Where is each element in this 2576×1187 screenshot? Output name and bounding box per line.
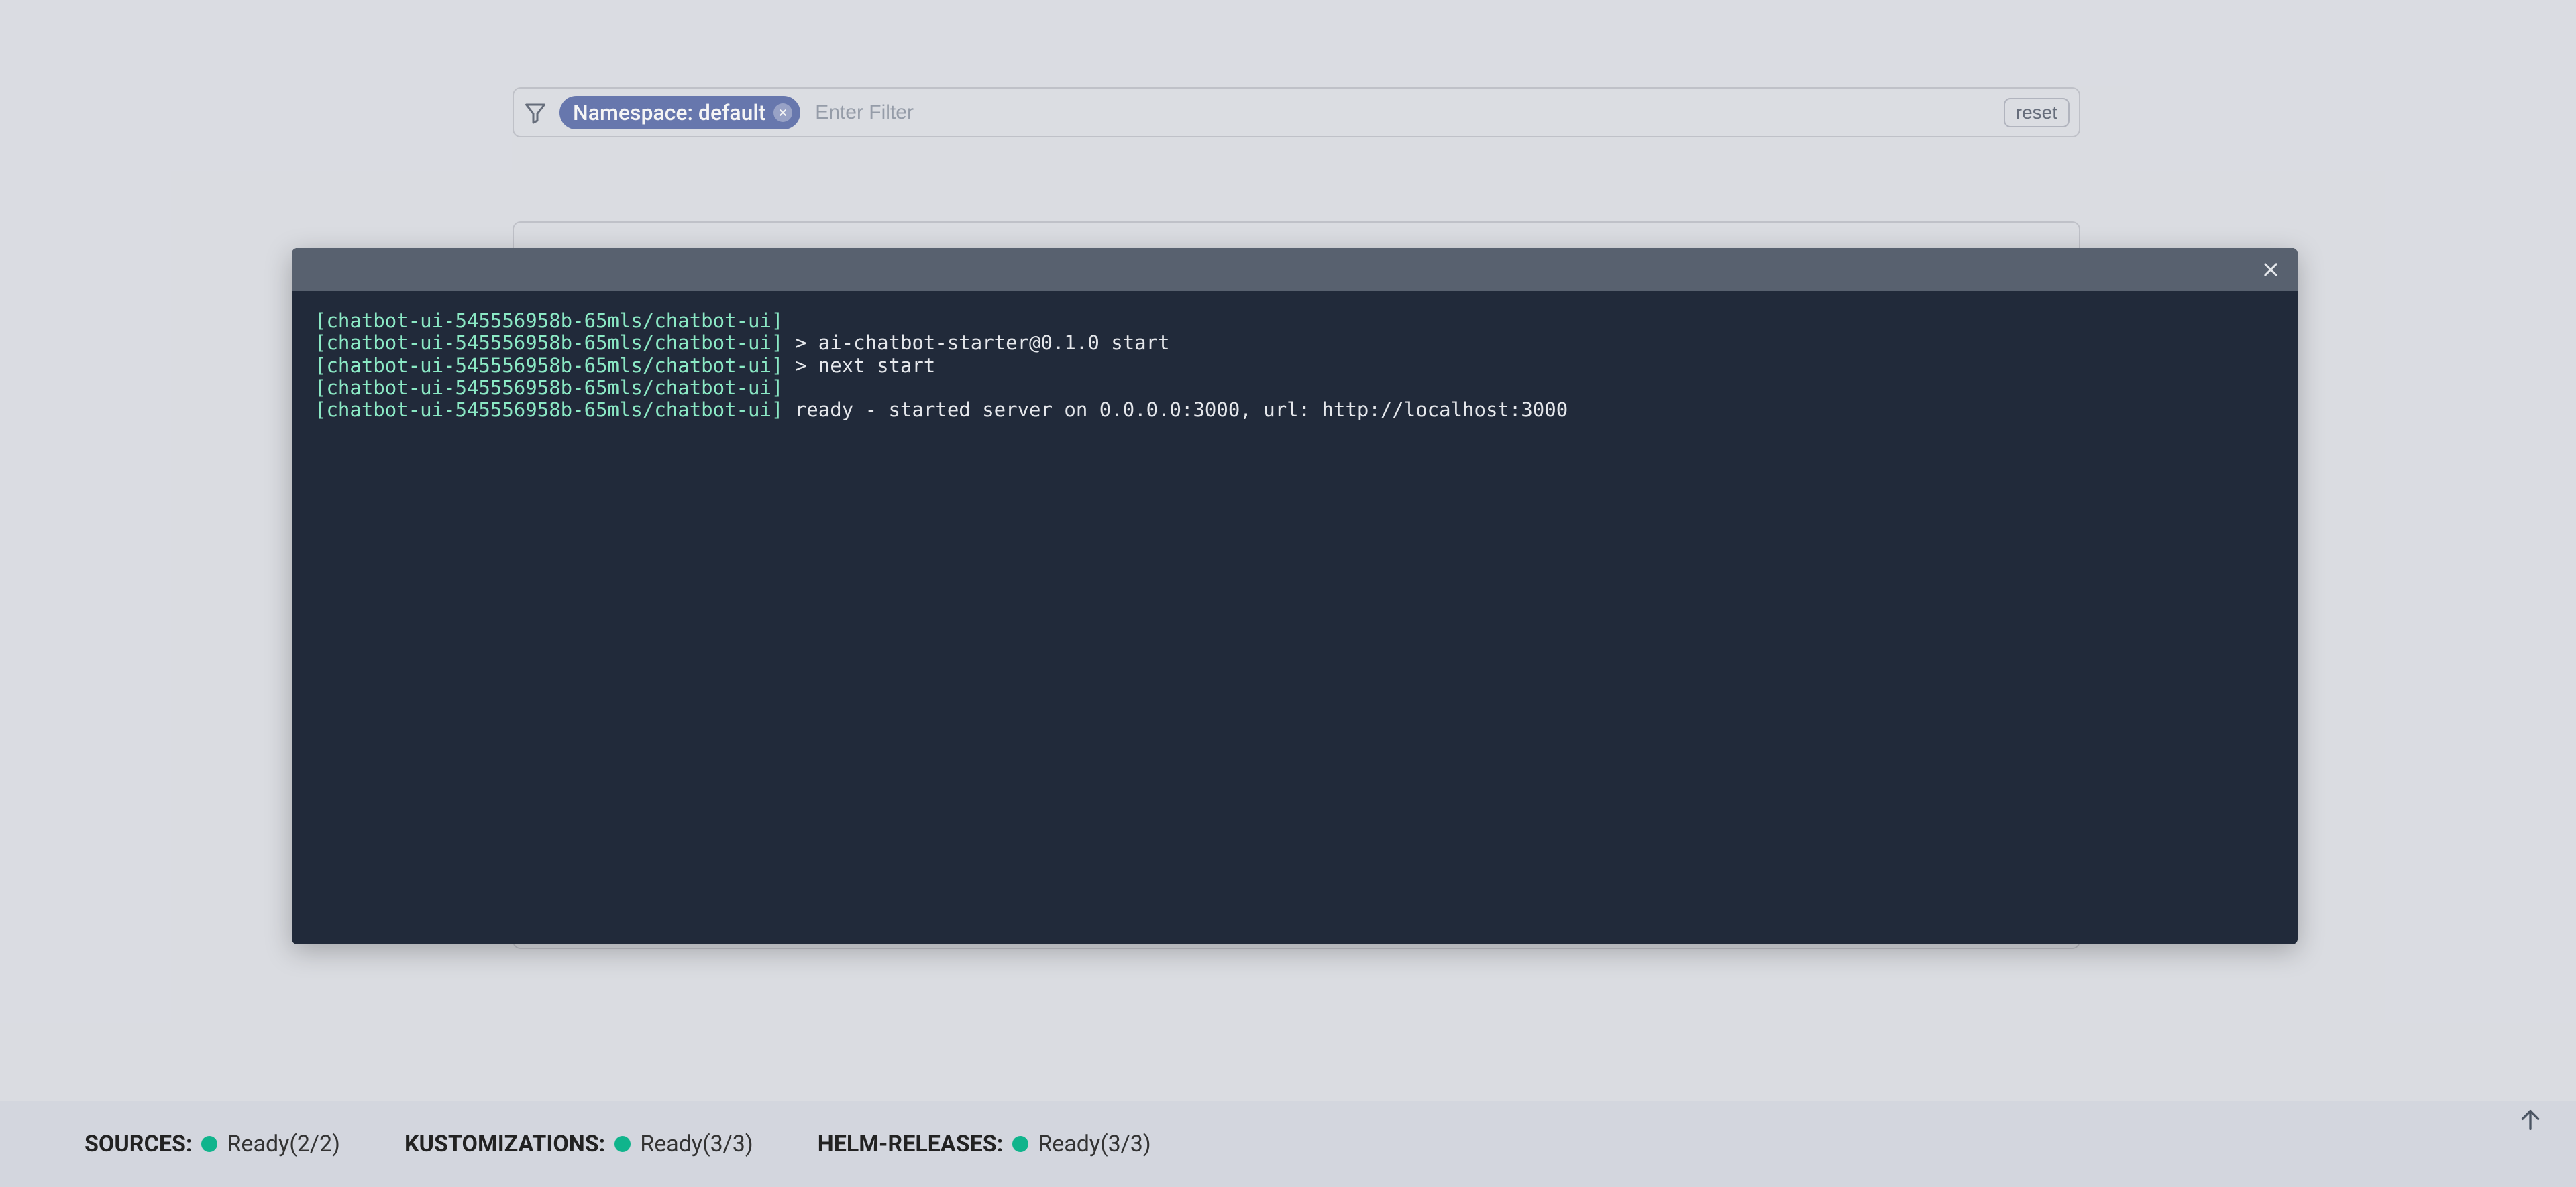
status-value: Ready(3/3) [640,1131,753,1157]
status-dot-icon [201,1136,217,1152]
status-value: Ready(2/2) [227,1131,339,1157]
log-message: > ai-chatbot-starter@0.1.0 start [783,331,1169,354]
status-helm-releases: HELM-RELEASES: Ready(3/3) [818,1131,1151,1157]
close-modal-button[interactable] [2260,259,2282,280]
log-source: [chatbot-ui-545556958b-65mls/chatbot-ui] [315,398,783,421]
status-dot-icon [614,1136,631,1152]
page-root: Namespace: default reset [chatbot-ui-545… [0,0,2576,1187]
log-source: [chatbot-ui-545556958b-65mls/chatbot-ui] [315,376,783,399]
logs-modal: [chatbot-ui-545556958b-65mls/chatbot-ui]… [292,248,2298,944]
log-line: [chatbot-ui-545556958b-65mls/chatbot-ui]… [315,355,2275,377]
status-sources: SOURCES: Ready(2/2) [85,1131,340,1157]
status-label: HELM-RELEASES: [818,1131,1004,1157]
log-source: [chatbot-ui-545556958b-65mls/chatbot-ui] [315,354,783,377]
log-line: [chatbot-ui-545556958b-65mls/chatbot-ui] [315,377,2275,399]
log-line: [chatbot-ui-545556958b-65mls/chatbot-ui]… [315,332,2275,354]
log-line: [chatbot-ui-545556958b-65mls/chatbot-ui]… [315,399,2275,421]
modal-header [292,248,2298,291]
status-bar: SOURCES: Ready(2/2) KUSTOMIZATIONS: Read… [0,1101,2576,1187]
log-line: [chatbot-ui-545556958b-65mls/chatbot-ui] [315,310,2275,332]
status-dot-icon [1012,1136,1028,1152]
log-output[interactable]: [chatbot-ui-545556958b-65mls/chatbot-ui]… [292,291,2298,944]
scroll-to-top-button[interactable] [2517,1107,2544,1133]
log-source: [chatbot-ui-545556958b-65mls/chatbot-ui] [315,309,783,332]
status-label: KUSTOMIZATIONS: [405,1131,605,1157]
log-message: ready - started server on 0.0.0.0:3000, … [783,398,1568,421]
status-label: SOURCES: [85,1131,192,1157]
log-source: [chatbot-ui-545556958b-65mls/chatbot-ui] [315,331,783,354]
log-message: > next start [783,354,935,377]
status-kustomizations: KUSTOMIZATIONS: Ready(3/3) [405,1131,753,1157]
status-value: Ready(3/3) [1038,1131,1150,1157]
